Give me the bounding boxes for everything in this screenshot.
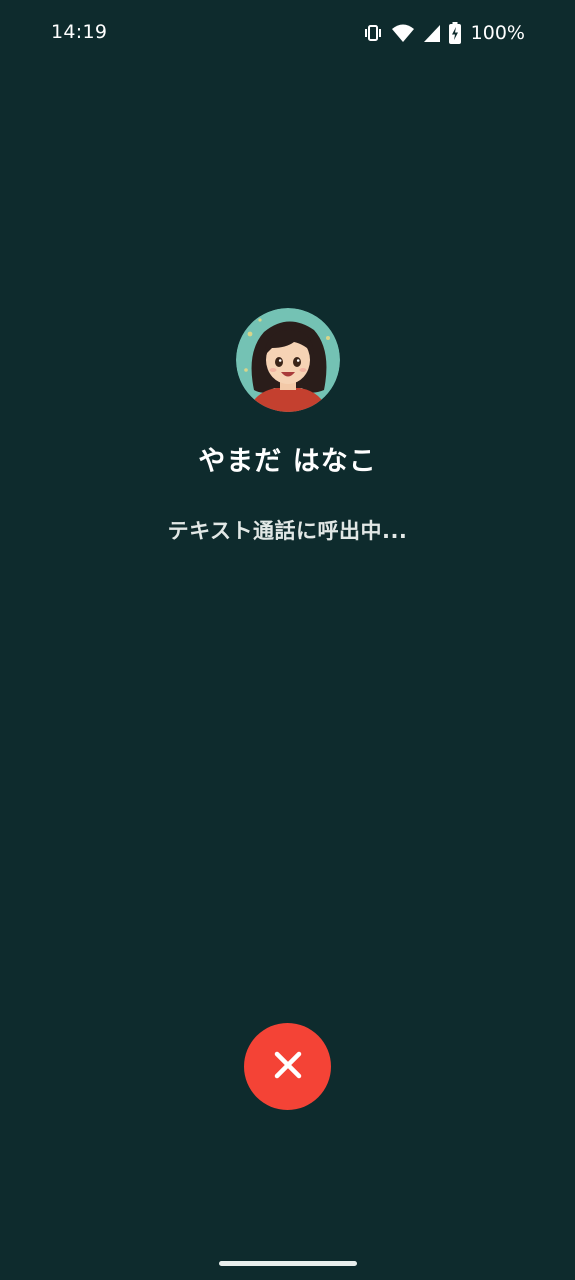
battery-percent: 100% [470,22,525,44]
end-call-button[interactable] [244,1023,331,1110]
close-icon [273,1050,303,1083]
battery-charging-icon [448,22,461,44]
status-icons: 100% [363,20,525,46]
status-time: 14:19 [51,21,108,43]
vibrate-icon [363,23,383,43]
status-bar: 14:19 100% [0,0,575,66]
caller-info: やまだ はなこ テキスト通話に呼出中... [0,308,575,553]
caller-name: やまだ はなこ [198,446,377,477]
cell-signal-icon [423,23,441,43]
wifi-icon [391,23,415,43]
call-status-text: テキスト通話に呼出中... [167,519,408,543]
home-gesture-bar[interactable] [219,1261,357,1266]
caller-avatar [235,308,340,412]
call-screen: 14:19 100% やまだ はなこ テキスト通話に呼出中... [0,0,575,1280]
